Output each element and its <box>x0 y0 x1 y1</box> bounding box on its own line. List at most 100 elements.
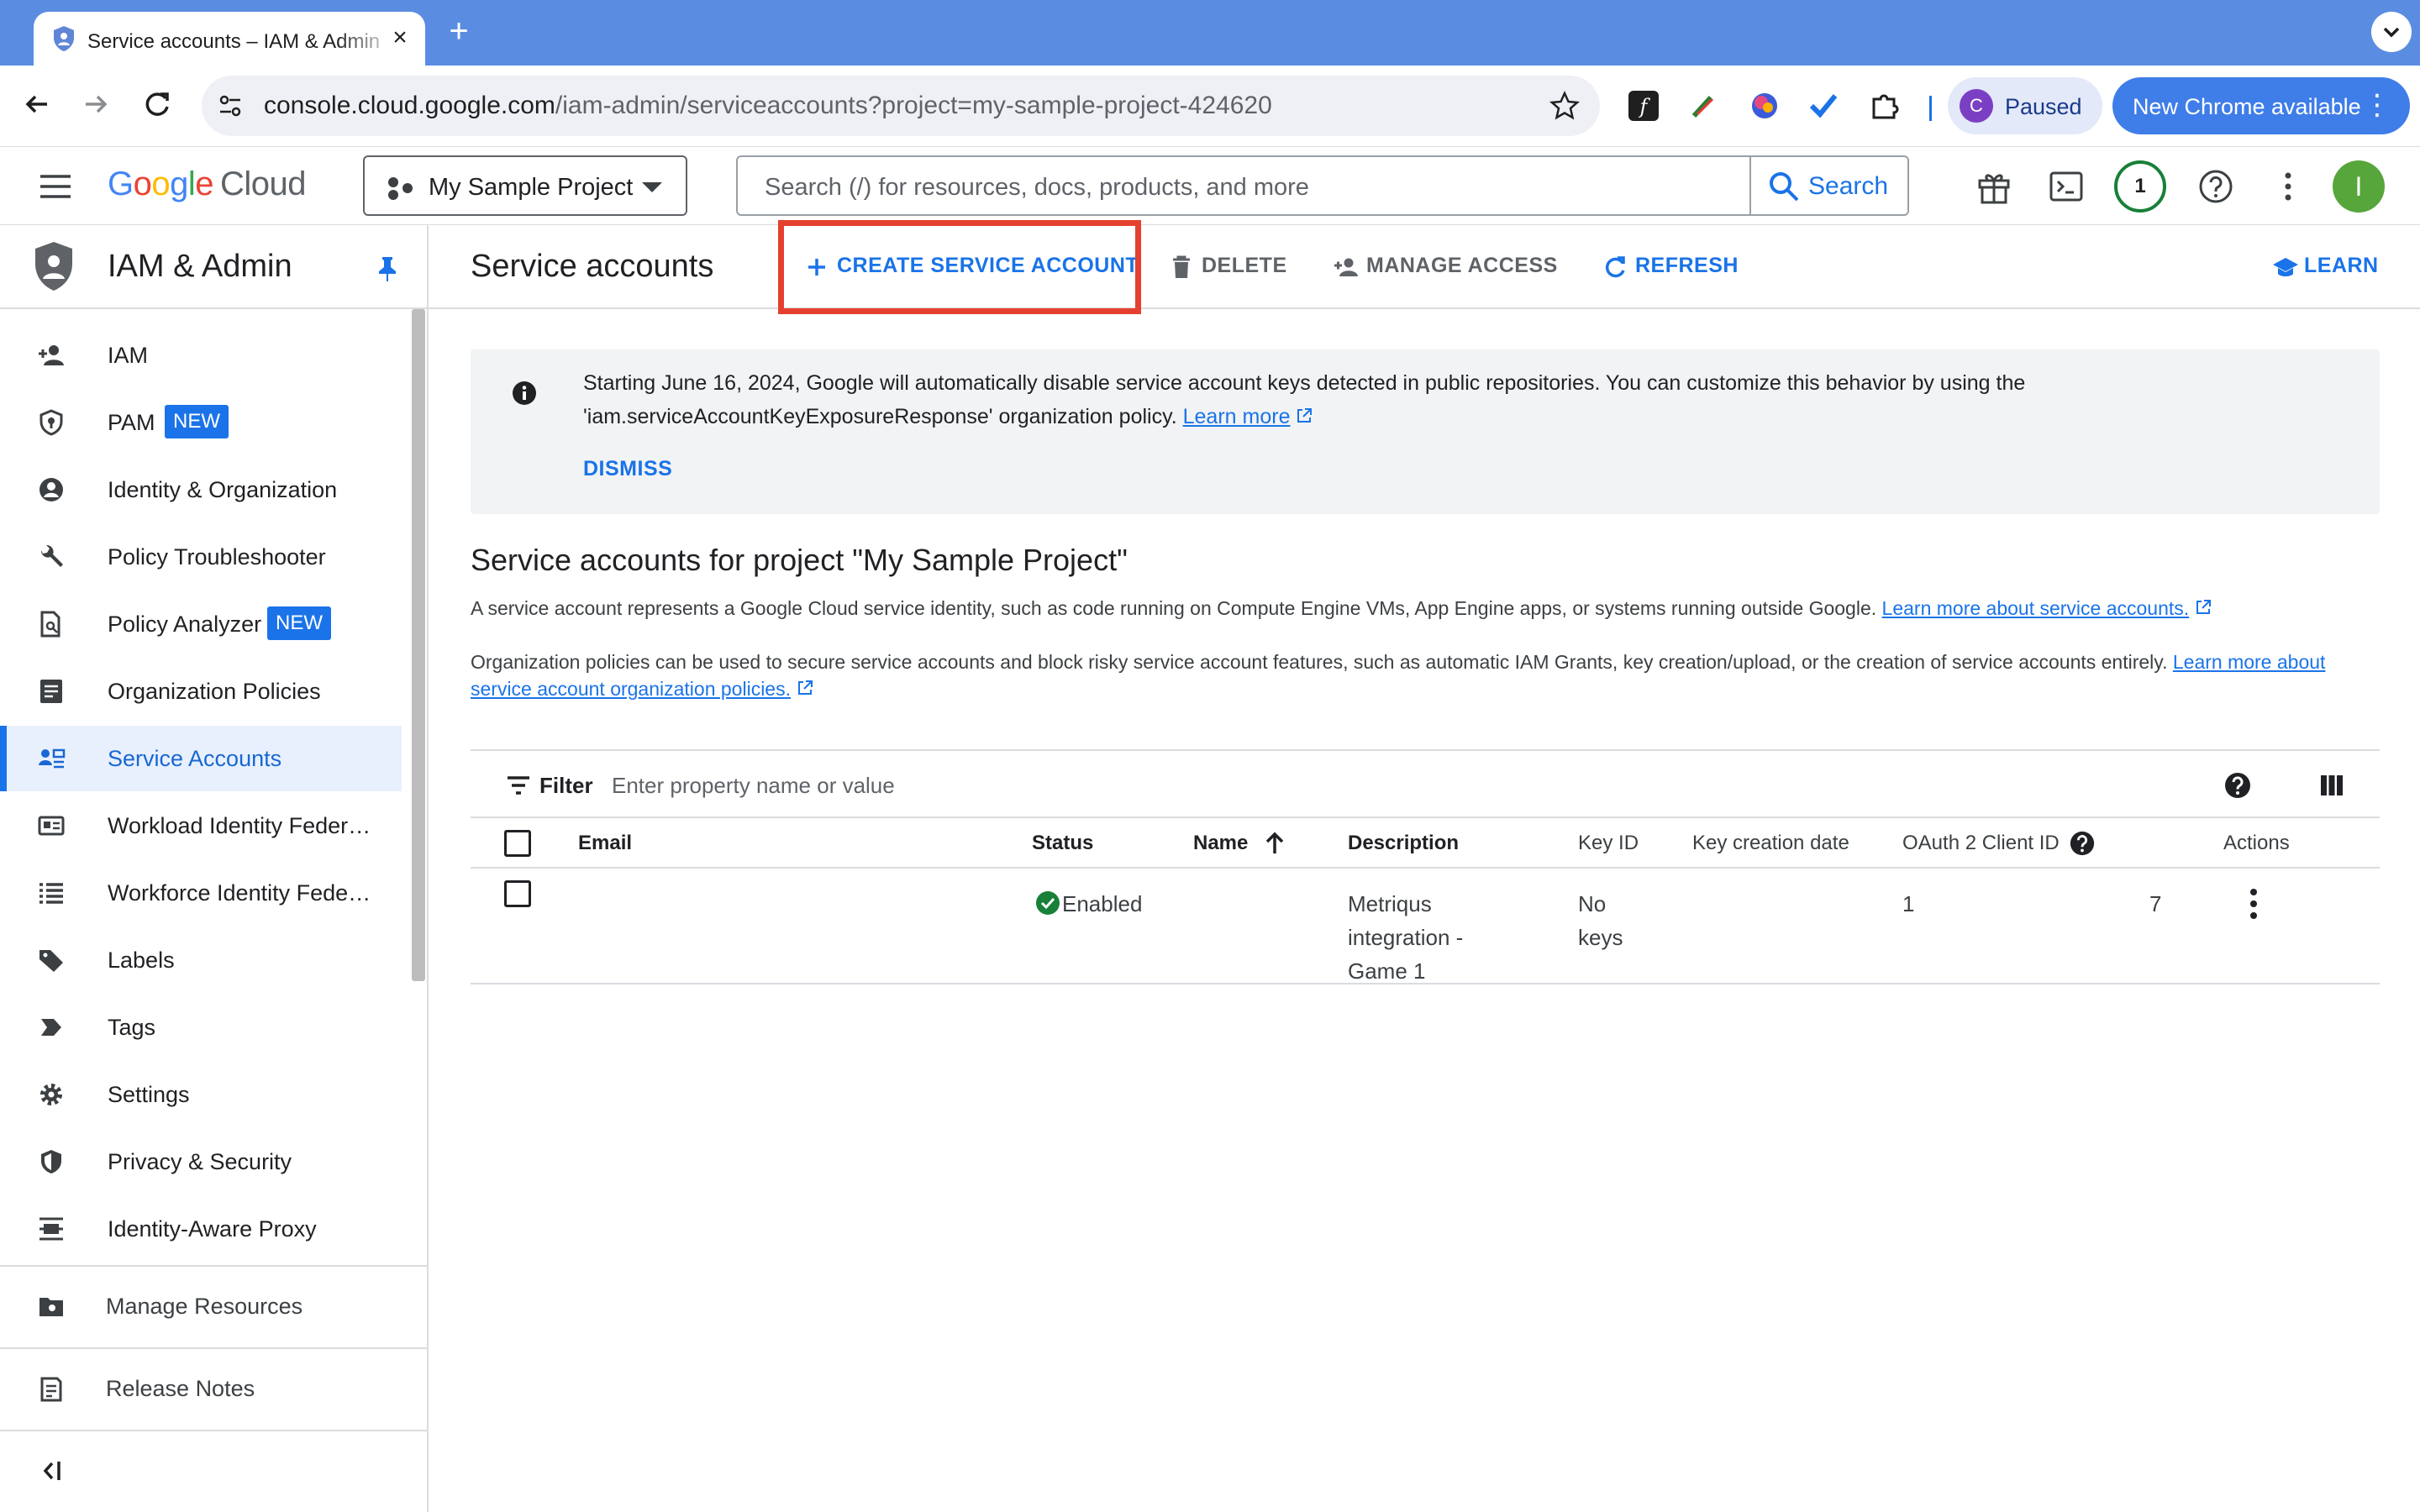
extension-color-icon[interactable] <box>1746 87 1783 124</box>
help-icon[interactable] <box>2196 167 2235 206</box>
column-email[interactable]: Email <box>578 832 632 855</box>
pin-icon[interactable] <box>375 255 400 282</box>
sidebar-item-workforce-identity-federation[interactable]: Workforce Identity Federa... <box>0 860 402 926</box>
sidebar-item-policy-troubleshooter[interactable]: Policy Troubleshooter <box>0 524 402 590</box>
new-tab-plus-icon[interactable]: + <box>442 14 476 49</box>
sidebar-item-identity-aware-proxy[interactable]: Identity-Aware Proxy <box>0 1196 402 1262</box>
browser-tab-strip: Service accounts – IAM & Admin × + <box>0 0 2420 66</box>
sort-ascending-arrow-icon[interactable] <box>1262 830 1287 857</box>
column-key-id[interactable]: Key ID <box>1578 832 1639 855</box>
user-avatar[interactable]: I <box>2333 160 2385 213</box>
sidebar-item-privacy-security[interactable]: Privacy & Security <box>0 1129 402 1194</box>
search-input[interactable]: Search (/) for resources, docs, products… <box>765 174 1309 202</box>
refresh-icon <box>1605 256 1625 278</box>
sidebar-item-release-notes[interactable]: Release Notes <box>0 1356 402 1421</box>
sidebar-item-organization-policies[interactable]: Organization Policies <box>0 659 402 724</box>
reload-icon[interactable] <box>138 84 178 124</box>
shield-key-icon <box>39 409 63 436</box>
sidebar-item-identity-organization[interactable]: Identity & Organization <box>0 457 402 522</box>
service-account-icon <box>39 748 66 769</box>
sidebar-item-policy-analyzer[interactable]: Policy Analyzer NEW <box>0 591 402 657</box>
school-cap-icon <box>2273 258 2298 276</box>
filter-input[interactable]: Enter property name or value <box>612 773 895 799</box>
browser-toolbar: console.cloud.google.com/iam-admin/servi… <box>0 66 2420 146</box>
learn-more-service-accounts-link[interactable]: Learn more about service accounts. <box>1882 597 2190 619</box>
document-search-icon <box>40 611 60 638</box>
org-policy-description: Organization policies can be used to sec… <box>471 651 2326 700</box>
highlight-annotation-box <box>778 220 1141 314</box>
google-cloud-logo[interactable]: Google Cloud <box>108 165 307 203</box>
account-circle-icon <box>39 478 63 501</box>
tab-close-icon[interactable]: × <box>387 25 413 52</box>
list-icon <box>39 883 63 904</box>
tab-search-chevron-icon[interactable] <box>2371 12 2412 52</box>
project-hexagon-icon <box>388 177 413 200</box>
notifications-badge[interactable]: 1 <box>2114 160 2166 213</box>
manage-access-button[interactable]: MANAGE ACCESS <box>1333 225 1557 309</box>
action-bar: Service accounts CREATE SERVICE ACCOUNT … <box>429 225 2420 309</box>
sidebar-item-service-accounts[interactable]: Service Accounts <box>0 726 402 791</box>
sidebar-scrollbar[interactable] <box>412 309 425 981</box>
extensions-puzzle-icon[interactable] <box>1867 87 1904 124</box>
gear-icon <box>40 1084 62 1105</box>
sidebar-item-pam[interactable]: PAM NEW <box>0 390 402 455</box>
sidebar-item-iam[interactable]: IAM <box>0 323 402 388</box>
forward-arrow-icon[interactable] <box>76 84 116 124</box>
search-icon <box>1770 172 1799 202</box>
sidebar-item-settings[interactable]: Settings <box>0 1062 402 1127</box>
cloud-shell-terminal-icon[interactable] <box>2047 167 2086 206</box>
wrench-icon <box>40 544 63 567</box>
list-document-icon <box>40 680 62 703</box>
table-row[interactable]: Enabled Metriqus integration - Game 1 No… <box>471 869 2380 984</box>
project-selector[interactable]: My Sample Project <box>363 155 687 216</box>
site-info-tune-icon[interactable] <box>217 92 244 119</box>
learn-more-link[interactable]: Learn more <box>1183 405 1291 428</box>
select-all-checkbox[interactable] <box>504 830 531 857</box>
collapse-sidebar-icon[interactable] <box>37 1457 67 1485</box>
url-text: console.cloud.google.com/iam-admin/servi… <box>264 92 1272 119</box>
column-oauth-client-id[interactable]: OAuth 2 Client ID <box>1902 832 2060 855</box>
service-account-description: A service account represents a Google Cl… <box>471 595 2361 622</box>
row-checkbox[interactable] <box>504 880 531 907</box>
sidebar-divider <box>0 1347 427 1349</box>
refresh-button[interactable]: REFRESH <box>1602 225 1744 309</box>
more-vert-icon[interactable] <box>2269 167 2307 206</box>
extension-function-icon[interactable]: f <box>1625 87 1662 124</box>
sidebar-divider <box>0 1265 427 1267</box>
row-actions-more-vert-icon[interactable] <box>2249 887 2259 921</box>
column-status[interactable]: Status <box>1032 832 1093 855</box>
sidebar-item-tags[interactable]: Tags <box>0 995 402 1060</box>
extension-pen-icon[interactable] <box>1686 87 1723 124</box>
profile-button[interactable]: C Paused <box>1948 77 2102 134</box>
column-name[interactable]: Name <box>1193 832 1248 855</box>
sidebar-item-workload-identity-federation[interactable]: Workload Identity Federat... <box>0 793 402 858</box>
column-display-icon[interactable] <box>2319 773 2344 798</box>
search-bar[interactable]: Search (/) for resources, docs, products… <box>736 155 1909 216</box>
help-circle-icon[interactable] <box>2069 830 2096 857</box>
delete-button[interactable]: DELETE <box>1168 225 1286 309</box>
new-badge: NEW <box>165 405 229 438</box>
cloud-console-header: Google Cloud My Sample Project Search (/)… <box>0 146 2420 225</box>
sidebar-item-manage-resources[interactable]: Manage Resources <box>0 1273 402 1339</box>
search-button[interactable]: Search <box>1749 157 1907 214</box>
sidebar-item-labels[interactable]: Labels <box>0 927 402 993</box>
column-description[interactable]: Description <box>1348 832 1459 855</box>
help-circle-icon[interactable] <box>2223 771 2252 800</box>
extension-check-icon[interactable] <box>1805 87 1842 124</box>
gift-icon[interactable] <box>1975 167 2013 206</box>
dismiss-button[interactable]: DISMISS <box>583 457 672 481</box>
back-arrow-icon[interactable] <box>17 84 57 124</box>
learn-button[interactable]: LEARN <box>2272 225 2390 309</box>
hamburger-menu-icon[interactable] <box>39 174 72 199</box>
shield-favicon-icon <box>54 26 74 51</box>
bookmark-star-icon[interactable] <box>1548 89 1581 123</box>
row-description: Metriqus integration - Game 1 <box>1348 891 1464 984</box>
column-key-creation-date[interactable]: Key creation date <box>1692 832 1849 855</box>
sidebar-header: IAM & Admin <box>0 225 427 309</box>
release-notes-icon <box>40 1377 62 1402</box>
browser-tab[interactable]: Service accounts – IAM & Admin × <box>34 12 425 66</box>
address-bar[interactable]: console.cloud.google.com/iam-admin/servi… <box>202 76 1600 136</box>
filter-label: Filter <box>539 773 593 798</box>
new-chrome-available-button[interactable]: New Chrome available ⋮ <box>2112 77 2410 134</box>
label-icon <box>39 950 63 972</box>
